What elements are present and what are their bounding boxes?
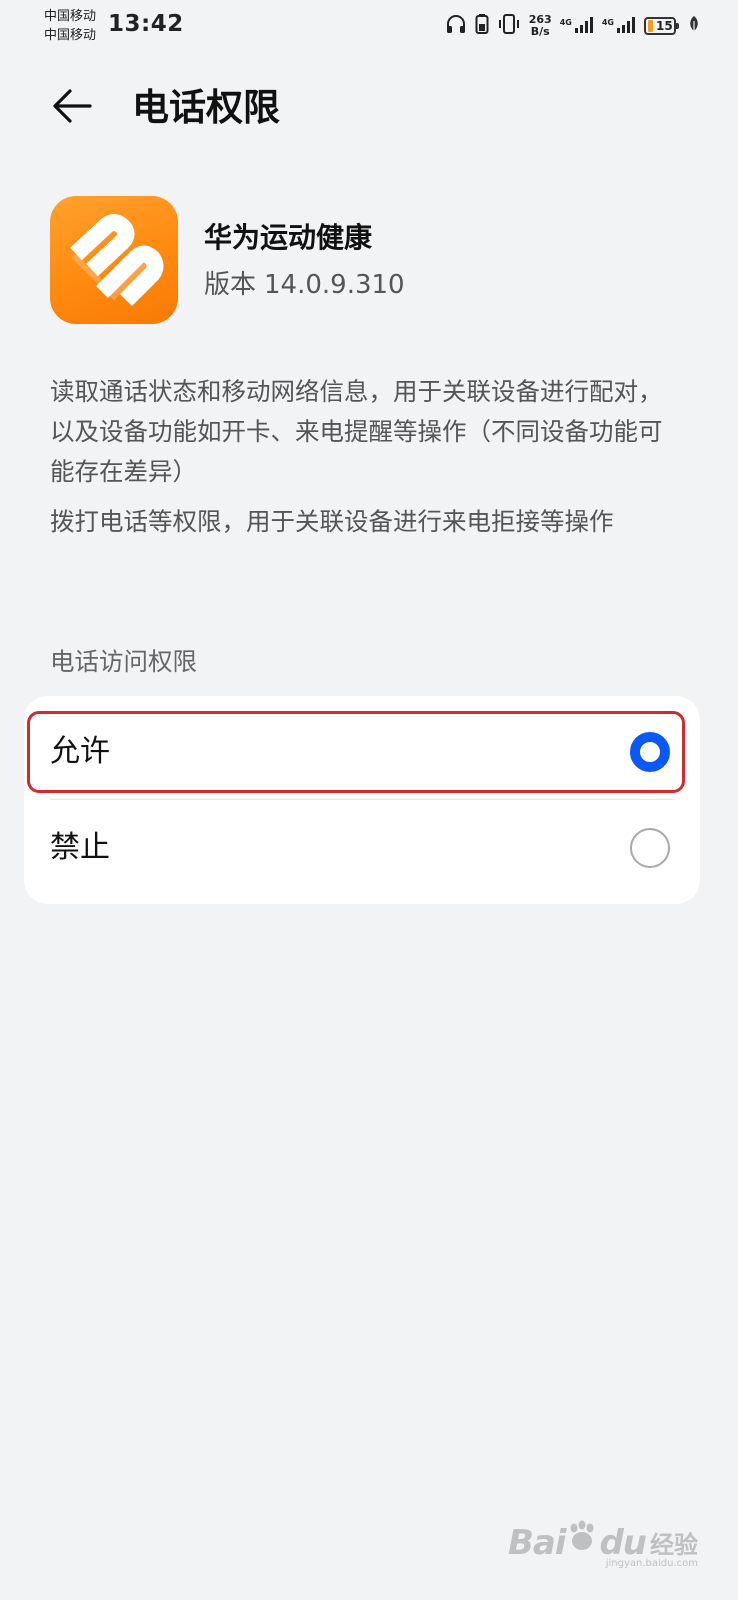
arrow-left-icon: [50, 86, 94, 130]
signal-icon: [616, 15, 636, 37]
battery-fill: [648, 20, 653, 32]
sim1-signal: 4G: [560, 15, 594, 37]
radio-unselected-icon[interactable]: [630, 828, 670, 868]
permission-description-dial: 拨打电话等权限，用于关联设备进行来电拒接等操作: [50, 507, 614, 536]
battery-level: 15: [656, 19, 673, 33]
sim2-signal: 4G: [602, 15, 636, 37]
sim2-network-type: 4G: [601, 18, 614, 27]
carrier-1: 中国移动: [44, 9, 97, 24]
header: 电话权限: [0, 72, 738, 144]
permission-options: 允许 禁止: [24, 696, 700, 904]
permission-description: 读取通话状态和移动网络信息，用于关联设备进行配对，以及设备功能如开卡、来电提醒等…: [50, 377, 663, 486]
watermark-brand-suffix: du: [599, 1523, 647, 1563]
leaf-icon: [688, 15, 700, 37]
carrier-2: 中国移动: [44, 28, 97, 43]
paw-icon: [567, 1520, 597, 1556]
watermark-brand: Bai: [507, 1523, 567, 1563]
page-title: 电话权限: [132, 86, 280, 129]
version-label: 版本: [204, 270, 257, 300]
vibrate-icon: [497, 13, 521, 39]
battery-icon: 15: [644, 17, 679, 35]
radio-selected-icon[interactable]: [630, 732, 670, 772]
signal-icon: [574, 15, 594, 37]
app-name: 华为运动健康: [204, 221, 373, 254]
option-label: 允许: [50, 734, 110, 769]
watermark: Bai du 经验 jingyan.baidu.com: [507, 1520, 698, 1569]
battery-saver-icon: [475, 13, 489, 39]
headphones-icon: [445, 13, 467, 39]
version-number: 14.0.9.310: [264, 270, 405, 300]
status-icons: 263 B/s 4G 4G 15: [445, 10, 700, 42]
status-time: 13:42: [108, 11, 184, 37]
carrier-info: 中国移动 中国移动: [44, 7, 96, 45]
huawei-health-icon: [50, 196, 178, 324]
app-version: 版本 14.0.9.310: [204, 266, 405, 304]
sim1-network-type: 4G: [559, 18, 572, 27]
option-allow[interactable]: 允许: [24, 704, 700, 800]
net-speed-unit: B/s: [530, 25, 550, 38]
net-speed: 263 B/s: [529, 14, 552, 38]
watermark-cn: 经验: [650, 1531, 698, 1559]
back-button[interactable]: [48, 86, 96, 130]
option-label: 禁止: [50, 830, 110, 865]
watermark-url: jingyan.baidu.com: [605, 1558, 698, 1569]
section-title: 电话访问权限: [50, 647, 197, 676]
option-deny[interactable]: 禁止: [24, 800, 700, 896]
status-bar: 中国移动 中国移动 13:42 263 B/s 4G 4G 15: [0, 0, 738, 52]
